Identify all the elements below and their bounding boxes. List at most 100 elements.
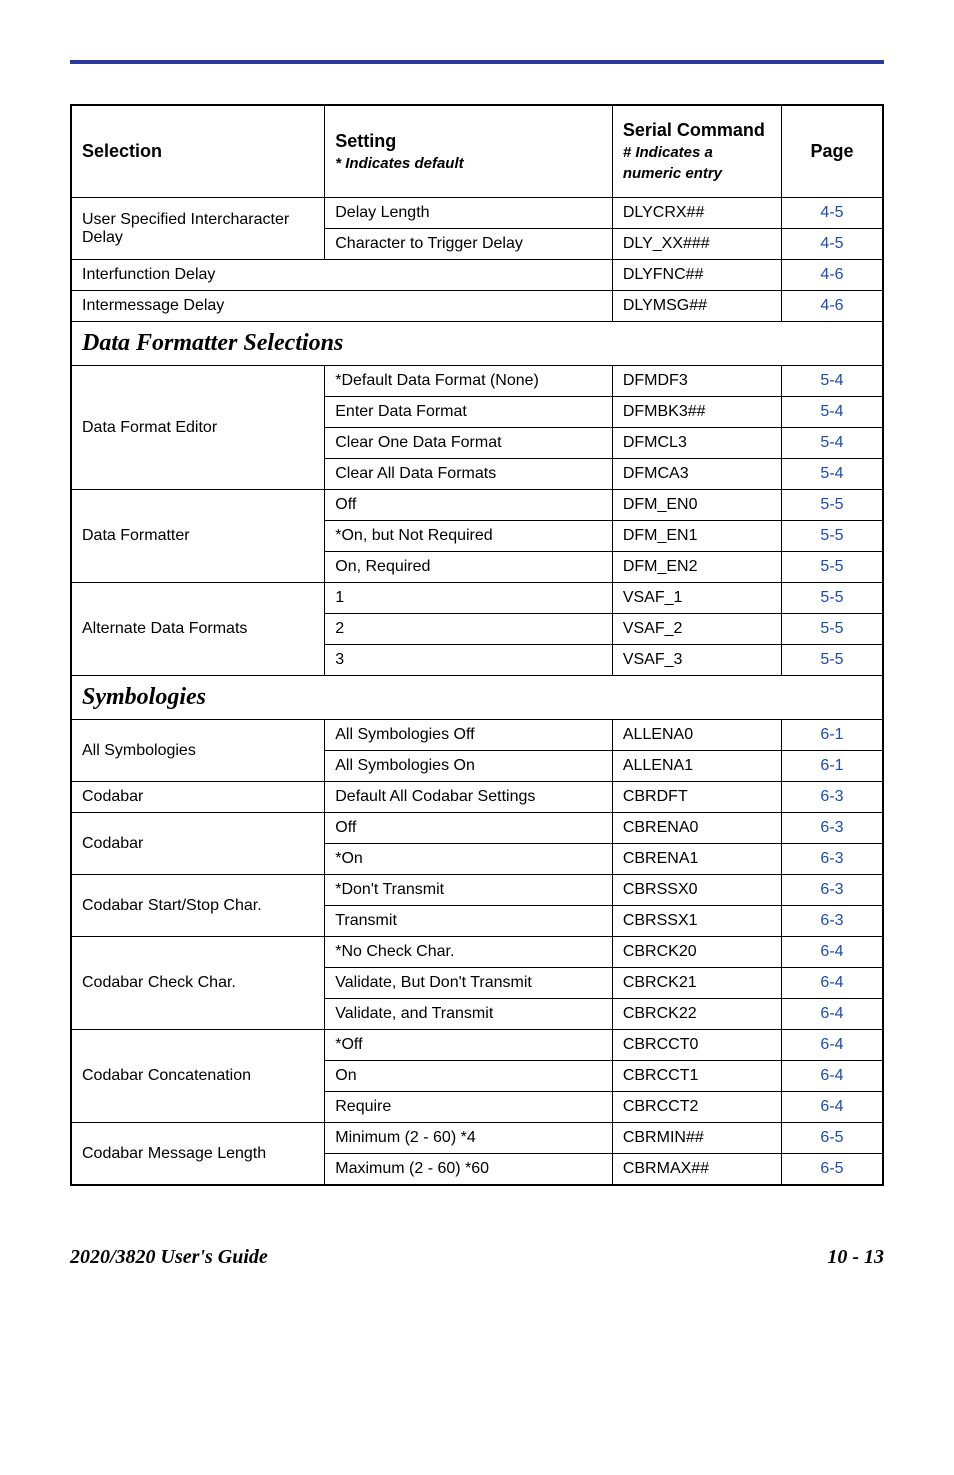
page-link[interactable]: 6-3 xyxy=(820,819,843,836)
setting-cell: *On xyxy=(325,844,613,875)
page-cell: 6-3 xyxy=(781,782,883,813)
page-link[interactable]: 5-4 xyxy=(820,372,843,389)
page-link[interactable]: 5-4 xyxy=(820,434,843,451)
setting-cell: Validate, But Don't Transmit xyxy=(325,968,613,999)
page-link[interactable]: 4-5 xyxy=(820,235,843,252)
command-cell: CBRDFT xyxy=(612,782,781,813)
command-cell: CBRENA0 xyxy=(612,813,781,844)
setting-cell: All Symbologies On xyxy=(325,751,613,782)
setting-cell: Transmit xyxy=(325,906,613,937)
command-cell: CBRCK21 xyxy=(612,968,781,999)
page-link[interactable]: 6-4 xyxy=(820,1067,843,1084)
command-cell: CBRSSX1 xyxy=(612,906,781,937)
page-link[interactable]: 6-4 xyxy=(820,1036,843,1053)
page-cell: 6-4 xyxy=(781,968,883,999)
page-link[interactable]: 5-5 xyxy=(820,651,843,668)
table-row: Data Formatter Selections xyxy=(71,322,883,366)
page-link[interactable]: 6-1 xyxy=(820,757,843,774)
selection-cell: Codabar Message Length xyxy=(71,1123,325,1186)
table-row: Codabar Message LengthMinimum (2 - 60) *… xyxy=(71,1123,883,1154)
page-cell: 6-3 xyxy=(781,875,883,906)
setting-cell: Delay Length xyxy=(325,198,613,229)
table-body: User Specified Intercharacter DelayDelay… xyxy=(71,198,883,1186)
page-cell: 6-4 xyxy=(781,999,883,1030)
command-cell: CBRCCT1 xyxy=(612,1061,781,1092)
command-cell: CBRMIN## xyxy=(612,1123,781,1154)
command-cell: ALLENA1 xyxy=(612,751,781,782)
footer-left: 2020/3820 User's Guide xyxy=(70,1246,268,1269)
page-link[interactable]: 5-4 xyxy=(820,403,843,420)
table-row: Data FormatterOffDFM_EN05-5 xyxy=(71,490,883,521)
page-link[interactable]: 6-4 xyxy=(820,1005,843,1022)
header-selection: Selection xyxy=(71,105,325,198)
setting-cell: Character to Trigger Delay xyxy=(325,229,613,260)
table-row: Interfunction DelayDLYFNC##4-6 xyxy=(71,260,883,291)
command-cell: CBRSSX0 xyxy=(612,875,781,906)
page-link[interactable]: 6-4 xyxy=(820,1098,843,1115)
command-cell: CBRCK22 xyxy=(612,999,781,1030)
selection-cell: Alternate Data Formats xyxy=(71,583,325,676)
page-cell: 5-4 xyxy=(781,459,883,490)
table-row: Alternate Data Formats1VSAF_15-5 xyxy=(71,583,883,614)
page-link[interactable]: 4-6 xyxy=(820,297,843,314)
page-footer: 2020/3820 User's Guide 10 - 13 xyxy=(70,1186,884,1269)
setting-cell: On xyxy=(325,1061,613,1092)
selection-cell: Data Format Editor xyxy=(71,366,325,490)
command-cell: DFMCL3 xyxy=(612,428,781,459)
page-link[interactable]: 5-5 xyxy=(820,496,843,513)
selection-cell: All Symbologies xyxy=(71,720,325,782)
page-link[interactable]: 6-4 xyxy=(820,943,843,960)
page-cell: 4-6 xyxy=(781,260,883,291)
setting-cell: Enter Data Format xyxy=(325,397,613,428)
page-link[interactable]: 6-3 xyxy=(820,881,843,898)
page-cell: 5-5 xyxy=(781,490,883,521)
table-header-row: Selection Setting * Indicates default Se… xyxy=(71,105,883,198)
page-link[interactable]: 4-6 xyxy=(820,266,843,283)
page-link[interactable]: 5-5 xyxy=(820,558,843,575)
page-link[interactable]: 6-3 xyxy=(820,912,843,929)
footer-right: 10 - 13 xyxy=(827,1246,884,1269)
page-cell: 5-5 xyxy=(781,583,883,614)
page-link[interactable]: 5-4 xyxy=(820,465,843,482)
page-cell: 4-5 xyxy=(781,229,883,260)
page-link[interactable]: 6-3 xyxy=(820,850,843,867)
selection-cell: Intermessage Delay xyxy=(71,291,612,322)
header-selection-label: Selection xyxy=(82,141,162,161)
setting-cell: *Don't Transmit xyxy=(325,875,613,906)
page-link[interactable]: 6-5 xyxy=(820,1160,843,1177)
selection-cell: Codabar xyxy=(71,813,325,875)
selection-cell: Data Formatter xyxy=(71,490,325,583)
command-cell: DFM_EN0 xyxy=(612,490,781,521)
setting-cell: *On, but Not Required xyxy=(325,521,613,552)
page-link[interactable]: 6-5 xyxy=(820,1129,843,1146)
setting-cell: Clear All Data Formats xyxy=(325,459,613,490)
page-link[interactable]: 6-4 xyxy=(820,974,843,991)
page-link[interactable]: 5-5 xyxy=(820,589,843,606)
page-link[interactable]: 4-5 xyxy=(820,204,843,221)
page-cell: 6-4 xyxy=(781,1061,883,1092)
selection-cell: Codabar xyxy=(71,782,325,813)
command-cell: CBRCCT0 xyxy=(612,1030,781,1061)
page-cell: 6-3 xyxy=(781,906,883,937)
page-cell: 5-4 xyxy=(781,397,883,428)
setting-cell: All Symbologies Off xyxy=(325,720,613,751)
table-row: All SymbologiesAll Symbologies OffALLENA… xyxy=(71,720,883,751)
page-cell: 6-3 xyxy=(781,844,883,875)
command-cell: DFM_EN2 xyxy=(612,552,781,583)
setting-cell: Minimum (2 - 60) *4 xyxy=(325,1123,613,1154)
selection-cell: User Specified Intercharacter Delay xyxy=(71,198,325,260)
page-cell: 5-4 xyxy=(781,428,883,459)
command-cell: CBRCCT2 xyxy=(612,1092,781,1123)
section-heading: Data Formatter Selections xyxy=(71,322,883,366)
page-link[interactable]: 5-5 xyxy=(820,527,843,544)
page-link[interactable]: 6-3 xyxy=(820,788,843,805)
table-row: Symbologies xyxy=(71,676,883,720)
setting-cell: 3 xyxy=(325,645,613,676)
selection-cell: Codabar Concatenation xyxy=(71,1030,325,1123)
page-link[interactable]: 5-5 xyxy=(820,620,843,637)
setting-cell: Off xyxy=(325,813,613,844)
page-cell: 6-4 xyxy=(781,1092,883,1123)
page-cell: 5-5 xyxy=(781,645,883,676)
selection-cell: Interfunction Delay xyxy=(71,260,612,291)
page-link[interactable]: 6-1 xyxy=(820,726,843,743)
